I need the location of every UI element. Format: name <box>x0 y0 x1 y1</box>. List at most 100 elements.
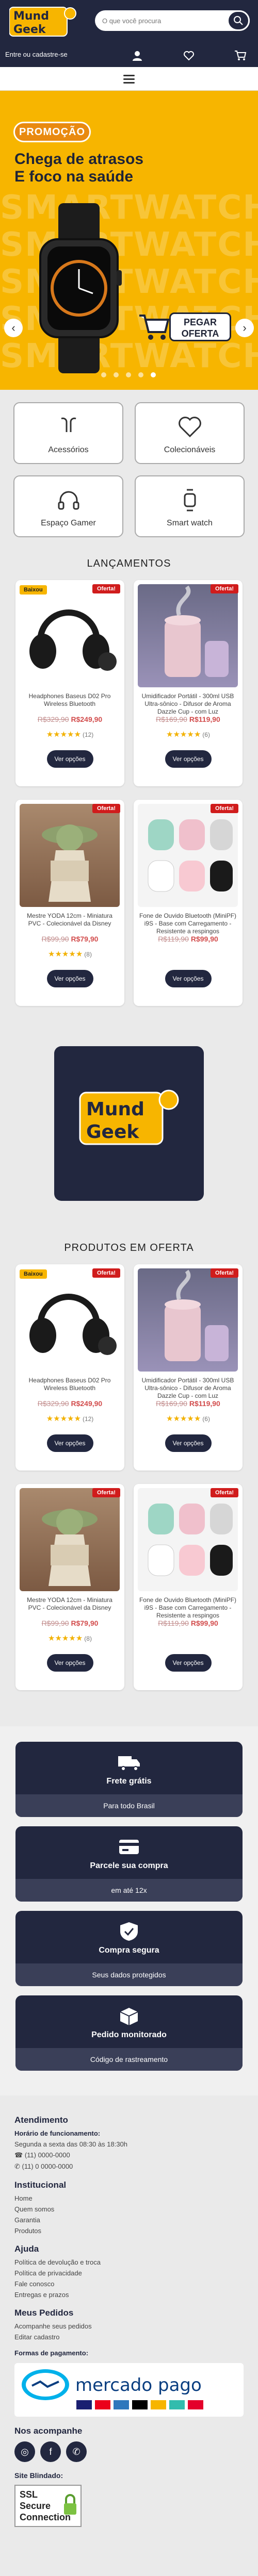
search-input[interactable] <box>102 10 221 31</box>
cta-line1: PEGAR <box>183 317 217 327</box>
category-grid: Acessórios Colecionáveis Espaço Gamer Sm… <box>0 390 258 537</box>
view-options-button[interactable]: Ver opções <box>165 1434 212 1452</box>
rating-stars: ★★★★★ (6) <box>134 730 243 739</box>
footer-link-privacy[interactable]: Política de privacidade <box>14 2269 244 2277</box>
product-name[interactable]: Umidificador Portátil - 300ml USB Ultra-… <box>139 1377 237 1400</box>
hero-banner[interactable]: SMARTWATCH SMARTWATCH SMARTWATCH SMARTWA… <box>0 91 258 390</box>
brand-logo-tile[interactable]: Mund Geek <box>54 1046 204 1201</box>
stars: ★★★★★ <box>166 730 201 739</box>
new-price: R$119,90 <box>189 715 220 723</box>
new-price: R$79,90 <box>71 1619 99 1627</box>
get-offer-button[interactable]: PEGAR OFERTA <box>138 307 231 349</box>
category-smartwatch[interactable]: Smart watch <box>135 475 245 537</box>
footer-phone-1[interactable]: ☎ (11) 0000-0000 <box>14 2151 244 2159</box>
section-title-offers: PRODUTOS EM OFERTA <box>64 1242 194 1253</box>
product-image <box>138 1488 238 1591</box>
view-options-button[interactable]: Ver opções <box>165 1654 212 1672</box>
product-name[interactable]: Headphones Baseus D02 Pro Wireless Bluet… <box>21 692 119 708</box>
product-name[interactable]: Umidificador Portátil - 300ml USB Ultra-… <box>139 692 237 716</box>
old-price: R$169,90 <box>156 1399 187 1408</box>
footer-heading-orders: Meus Pedidos <box>14 2308 74 2318</box>
view-options-button[interactable]: Ver opções <box>165 750 212 768</box>
product-card[interactable]: Oferta! Fone de Ouvido Bluetooth (MiniPF… <box>134 1484 243 1690</box>
banner-title-line1: Chega de atrasos <box>14 151 144 168</box>
footer-phone-2[interactable]: ✆ (11) 0 0000-0000 <box>14 2162 244 2171</box>
product-card[interactable]: Oferta! Umidificador Portátil - 300ml US… <box>134 580 243 786</box>
banner-title: Chega de atrasos E foco na saúde <box>14 151 169 186</box>
review-count: (12) <box>82 1415 94 1423</box>
product-image <box>20 1268 120 1372</box>
old-price: R$169,90 <box>156 715 187 723</box>
box-icon <box>120 2008 138 2025</box>
old-price: R$119,90 <box>158 1619 189 1627</box>
search-button[interactable] <box>227 10 250 31</box>
category-accessories[interactable]: Acessórios <box>13 402 123 464</box>
shield-icon <box>120 1922 138 1941</box>
offer-tag: Oferta! <box>92 804 120 813</box>
footer-link-track-orders[interactable]: Acompanhe seus pedidos <box>14 2322 244 2330</box>
benefit-title: Pedido monitorado <box>91 2030 167 2039</box>
product-name[interactable]: Mestre YODA 12cm - Miniatura PVC - Colec… <box>21 912 119 928</box>
logo[interactable]: Mund Geek <box>9 6 87 38</box>
footer-link-edit-profile[interactable]: Editar cadastro <box>14 2333 244 2341</box>
offer-tag: Oferta! <box>92 584 120 593</box>
view-options-button[interactable]: Ver opções <box>46 970 93 987</box>
product-name[interactable]: Mestre YODA 12cm - Miniatura PVC - Colec… <box>21 1596 119 1612</box>
whatsapp-icon[interactable]: ✆ <box>66 2441 87 2462</box>
footer-link-products[interactable]: Produtos <box>14 2227 244 2235</box>
stars: ★★★★★ <box>48 1634 83 1643</box>
benefit-subtitle: Seus dados protegidos <box>15 1963 243 1986</box>
login-bar: Entre ou cadastre-se <box>0 44 258 65</box>
phone-number: (11) 0 0000-0000 <box>22 2162 73 2170</box>
product-card[interactable]: Baixou Oferta! Headphones Baseus D02 Pro… <box>15 1264 124 1471</box>
stars: ★★★★★ <box>48 950 83 959</box>
lock-icon <box>64 2494 76 2515</box>
product-name[interactable]: Fone de Ouvido Bluetooth (MiniPF) i9S - … <box>139 912 237 935</box>
view-options-button[interactable]: Ver opções <box>46 1654 93 1672</box>
offer-tag: Oferta! <box>92 1488 120 1497</box>
rating-stars: ★★★★★ (12) <box>15 730 124 739</box>
carousel-dots[interactable] <box>101 372 157 378</box>
cta-line2: OFERTA <box>181 328 219 339</box>
category-gamer[interactable]: Espaço Gamer <box>13 475 123 537</box>
product-card[interactable]: Baixou Oferta! Headphones Baseus D02 Pro… <box>15 580 124 786</box>
benefit-title: Frete grátis <box>106 1777 152 1786</box>
footer-link-returns[interactable]: Política de devolução e troca <box>14 2258 244 2266</box>
view-options-button[interactable]: Ver opções <box>46 1434 93 1452</box>
cta-label: PEGAR OFERTA <box>169 312 231 341</box>
footer-link-warranty[interactable]: Garantia <box>14 2216 244 2224</box>
old-price: R$99,90 <box>41 935 69 943</box>
facebook-icon[interactable]: f <box>40 2441 61 2462</box>
product-price: R$169,90 R$119,90 <box>134 715 243 723</box>
offer-tag: Oferta! <box>210 584 238 593</box>
carousel-next-arrow-icon[interactable]: › <box>235 319 254 337</box>
new-price: R$99,90 <box>190 1619 218 1627</box>
benefit-free-shipping: Frete grátis Para todo Brasil <box>15 1742 243 1817</box>
carousel-prev-arrow-icon[interactable]: ‹ <box>4 319 23 337</box>
instagram-icon[interactable]: ◎ <box>14 2441 35 2462</box>
footer-link-contact[interactable]: Fale conosco <box>14 2280 244 2288</box>
view-options-button[interactable]: Ver opções <box>46 750 93 768</box>
product-card[interactable]: Oferta! Mestre YODA 12cm - Miniatura PVC… <box>15 1484 124 1690</box>
user-icon[interactable] <box>130 48 144 63</box>
old-price: R$99,90 <box>41 1619 69 1627</box>
product-card[interactable]: Oferta! Fone de Ouvido Bluetooth (MiniPF… <box>134 800 243 1006</box>
login-link[interactable]: Entre ou cadastre-se <box>5 51 68 58</box>
cart-icon[interactable] <box>233 48 248 63</box>
footer-link-delivery[interactable]: Entregas e prazos <box>14 2291 244 2299</box>
product-price: R$329,90 R$249,90 <box>15 1399 124 1408</box>
product-card[interactable]: Oferta! Mestre YODA 12cm - Miniatura PVC… <box>15 800 124 1006</box>
view-options-button[interactable]: Ver opções <box>165 970 212 987</box>
product-name[interactable]: Fone de Ouvido Bluetooth (MiniPF) i9S - … <box>139 1596 237 1620</box>
old-price: R$119,90 <box>158 935 189 943</box>
brand-logo-line2: Geek <box>86 1121 139 1143</box>
rating-stars: ★★★★★ (8) <box>15 949 124 959</box>
product-name[interactable]: Headphones Baseus D02 Pro Wireless Bluet… <box>21 1377 119 1392</box>
footer-link-about[interactable]: Quem somos <box>14 2205 244 2213</box>
hamburger-menu-icon[interactable] <box>120 73 138 85</box>
wishlist-heart-icon[interactable] <box>182 48 196 63</box>
category-collectibles[interactable]: Colecionáveis <box>135 402 245 464</box>
product-card[interactable]: Oferta! Umidificador Portátil - 300ml US… <box>134 1264 243 1471</box>
product-image <box>20 584 120 687</box>
footer-link-home[interactable]: Home <box>14 2194 244 2202</box>
